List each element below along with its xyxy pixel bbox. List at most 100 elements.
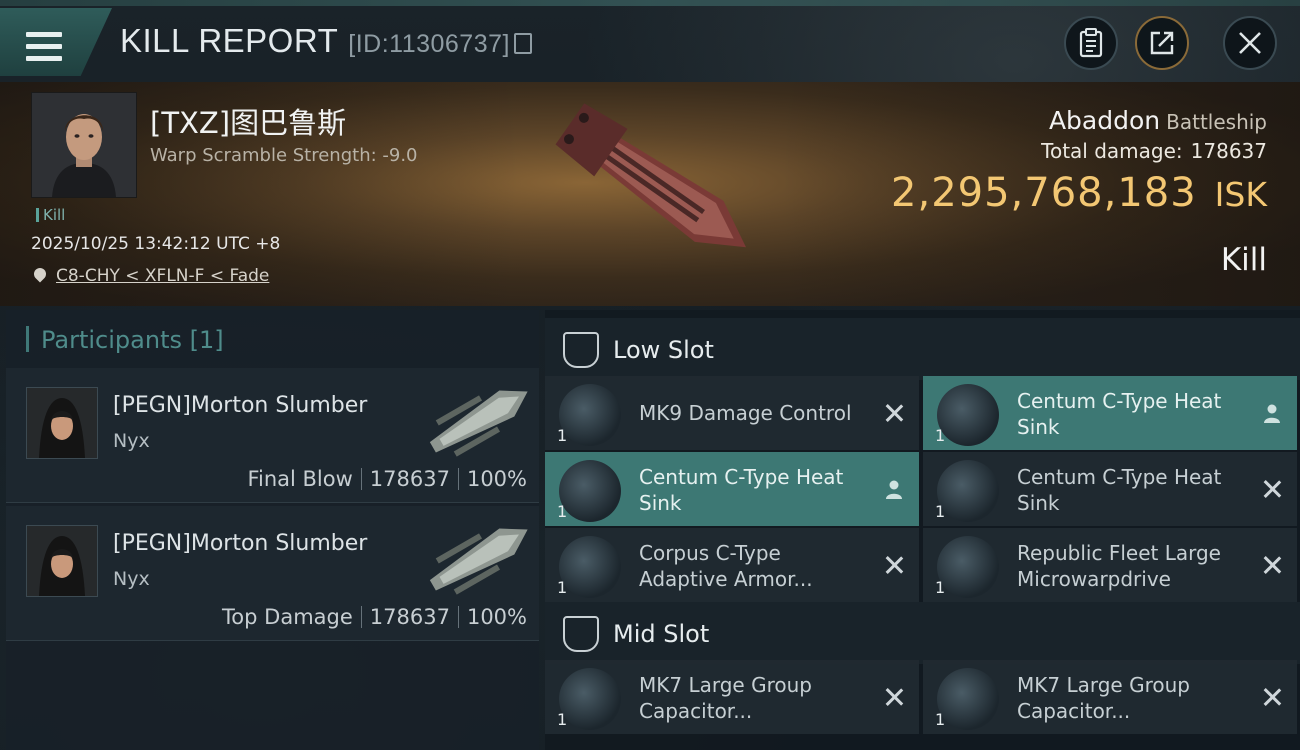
title-text: KILL REPORT bbox=[120, 22, 339, 59]
hamburger-icon bbox=[26, 32, 62, 62]
location-pin-icon bbox=[31, 265, 49, 283]
participant-damage: 178637 bbox=[369, 605, 450, 629]
total-damage: Total damage: 178637 bbox=[1041, 139, 1267, 163]
share-icon bbox=[1150, 31, 1174, 55]
module-item[interactable]: 1 MK7 Large Group Capacitor... bbox=[545, 660, 919, 734]
dropped-person-icon bbox=[1264, 404, 1280, 423]
capacitor-icon bbox=[937, 668, 999, 730]
report-id: [ID:11306737] bbox=[348, 30, 510, 58]
heat-sink-icon bbox=[937, 460, 999, 522]
victim-ship-image bbox=[555, 103, 747, 248]
participant-portrait-image bbox=[27, 388, 97, 458]
module-name: MK7 Large Group Capacitor... bbox=[1017, 673, 1190, 723]
low-slot-header: Low Slot bbox=[545, 318, 1300, 380]
pilot-portrait-image bbox=[32, 93, 136, 197]
victim-portrait[interactable] bbox=[31, 92, 137, 198]
module-item[interactable]: 1 MK9 Damage Control bbox=[545, 376, 919, 450]
armor-hardener-icon bbox=[559, 536, 621, 598]
location-link[interactable]: C8-CHY < XFLN-F < Fade bbox=[56, 266, 269, 286]
participant-percent: 100% bbox=[466, 467, 527, 491]
participant-portrait-image bbox=[27, 526, 97, 596]
module-quantity: 1 bbox=[557, 578, 568, 597]
menu-button[interactable] bbox=[0, 8, 112, 76]
participant-damage: 178637 bbox=[369, 467, 450, 491]
participant-name[interactable]: [PEGN]Morton Slumber bbox=[113, 393, 367, 418]
destroyed-icon bbox=[1261, 686, 1283, 708]
victim-banner: [TXZ]图巴鲁斯 Warp Scramble Strength: -9.0 K… bbox=[0, 82, 1300, 306]
isk-unit: ISK bbox=[1214, 175, 1267, 214]
page-title: KILL REPORT [ID:11306737] bbox=[120, 22, 532, 60]
participant-stats: Final Blow 178637 100% bbox=[247, 467, 527, 491]
participant-ship-image bbox=[429, 528, 528, 595]
heat-sink-icon bbox=[937, 384, 999, 446]
ship-class: Battleship bbox=[1166, 110, 1267, 134]
module-quantity: 1 bbox=[935, 502, 946, 521]
isk-amount: 2,295,768,183 bbox=[891, 170, 1197, 216]
participant-ship-image bbox=[429, 390, 528, 457]
dropped-person-icon bbox=[886, 480, 902, 499]
destroyed-icon bbox=[883, 554, 905, 576]
low-slot-label: Low Slot bbox=[613, 336, 714, 364]
mid-slot-header: Mid Slot bbox=[545, 602, 1300, 664]
module-quantity: 1 bbox=[557, 710, 568, 729]
kill-location[interactable]: C8-CHY < XFLN-F < Fade bbox=[31, 265, 269, 286]
heat-sink-icon bbox=[559, 460, 621, 522]
warp-scramble-strength: Warp Scramble Strength: -9.0 bbox=[150, 145, 418, 166]
module-quantity: 1 bbox=[557, 502, 568, 521]
module-item[interactable]: 1 Corpus C-Type Adaptive Armor... bbox=[545, 528, 919, 602]
top-bar: KILL REPORT [ID:11306737] bbox=[0, 0, 1300, 80]
total-damage-value: 178637 bbox=[1190, 139, 1267, 163]
participant-role: Top Damage bbox=[222, 605, 353, 629]
mid-slot-label: Mid Slot bbox=[613, 620, 710, 648]
participants-panel: Participants [1] [PEGN]Morton Slumber Ny… bbox=[6, 310, 539, 750]
module-item[interactable]: 1 Centum C-Type Heat Sink bbox=[923, 376, 1297, 450]
isk-value: 2,295,768,183 ISK bbox=[891, 170, 1267, 216]
participant-stats: Top Damage 178637 100% bbox=[222, 605, 527, 629]
module-quantity: 1 bbox=[935, 710, 946, 729]
ship-name[interactable]: Abaddon bbox=[1049, 106, 1160, 135]
participant-row[interactable]: [PEGN]Morton Slumber Nyx Top Damage 17863… bbox=[6, 506, 539, 641]
module-name: Centum C-Type Heat Sink bbox=[1017, 465, 1222, 515]
participants-header: Participants [1] bbox=[26, 326, 224, 354]
participant-role: Final Blow bbox=[247, 467, 353, 491]
total-damage-label: Total damage: bbox=[1041, 139, 1183, 163]
module-item[interactable]: 1 Centum C-Type Heat Sink bbox=[545, 452, 919, 526]
destroyed-icon bbox=[883, 402, 905, 424]
module-item[interactable]: 1 Centum C-Type Heat Sink bbox=[923, 452, 1297, 526]
destroyed-icon bbox=[883, 686, 905, 708]
mid-slot-icon bbox=[563, 616, 599, 652]
module-item[interactable]: 1 Republic Fleet Large Microwarpdrive bbox=[923, 528, 1297, 602]
victim-name[interactable]: [TXZ]图巴鲁斯 bbox=[150, 100, 346, 142]
destroyed-icon bbox=[1261, 554, 1283, 576]
participant-avatar bbox=[26, 525, 98, 597]
module-name: Centum C-Type Heat Sink bbox=[1017, 389, 1222, 439]
participant-row[interactable]: [PEGN]Morton Slumber Nyx Final Blow 17863… bbox=[6, 368, 539, 503]
participant-ship: Nyx bbox=[113, 568, 150, 590]
outcome-label: Kill bbox=[1220, 242, 1267, 278]
close-button[interactable] bbox=[1223, 16, 1277, 70]
damage-control-icon bbox=[559, 384, 621, 446]
module-item[interactable]: 1 MK7 Large Group Capacitor... bbox=[923, 660, 1297, 734]
module-quantity: 1 bbox=[935, 578, 946, 597]
module-quantity: 1 bbox=[557, 426, 568, 445]
copy-icon[interactable] bbox=[513, 33, 532, 54]
module-quantity: 1 bbox=[935, 426, 946, 445]
module-name: Centum C-Type Heat Sink bbox=[639, 465, 844, 515]
participant-name[interactable]: [PEGN]Morton Slumber bbox=[113, 531, 367, 556]
module-name: Corpus C-Type Adaptive Armor... bbox=[639, 541, 813, 591]
close-icon bbox=[1239, 32, 1261, 54]
top-border bbox=[0, 0, 1300, 6]
low-slot-icon bbox=[563, 332, 599, 368]
destroyed-icon bbox=[1261, 478, 1283, 500]
capacitor-icon bbox=[559, 668, 621, 730]
clipboard-button[interactable] bbox=[1064, 16, 1118, 70]
module-name: MK7 Large Group Capacitor... bbox=[639, 673, 812, 723]
participant-avatar bbox=[26, 387, 98, 459]
share-button[interactable] bbox=[1135, 16, 1189, 70]
module-name: Republic Fleet Large Microwarpdrive bbox=[1017, 541, 1221, 591]
clipboard-icon bbox=[1079, 28, 1103, 58]
fitting-panel: Low Slot 1 MK9 Damage Control 1 Centum C… bbox=[545, 310, 1300, 750]
microwarpdrive-icon bbox=[937, 536, 999, 598]
participant-ship: Nyx bbox=[113, 430, 150, 452]
module-name: MK9 Damage Control bbox=[639, 401, 852, 425]
